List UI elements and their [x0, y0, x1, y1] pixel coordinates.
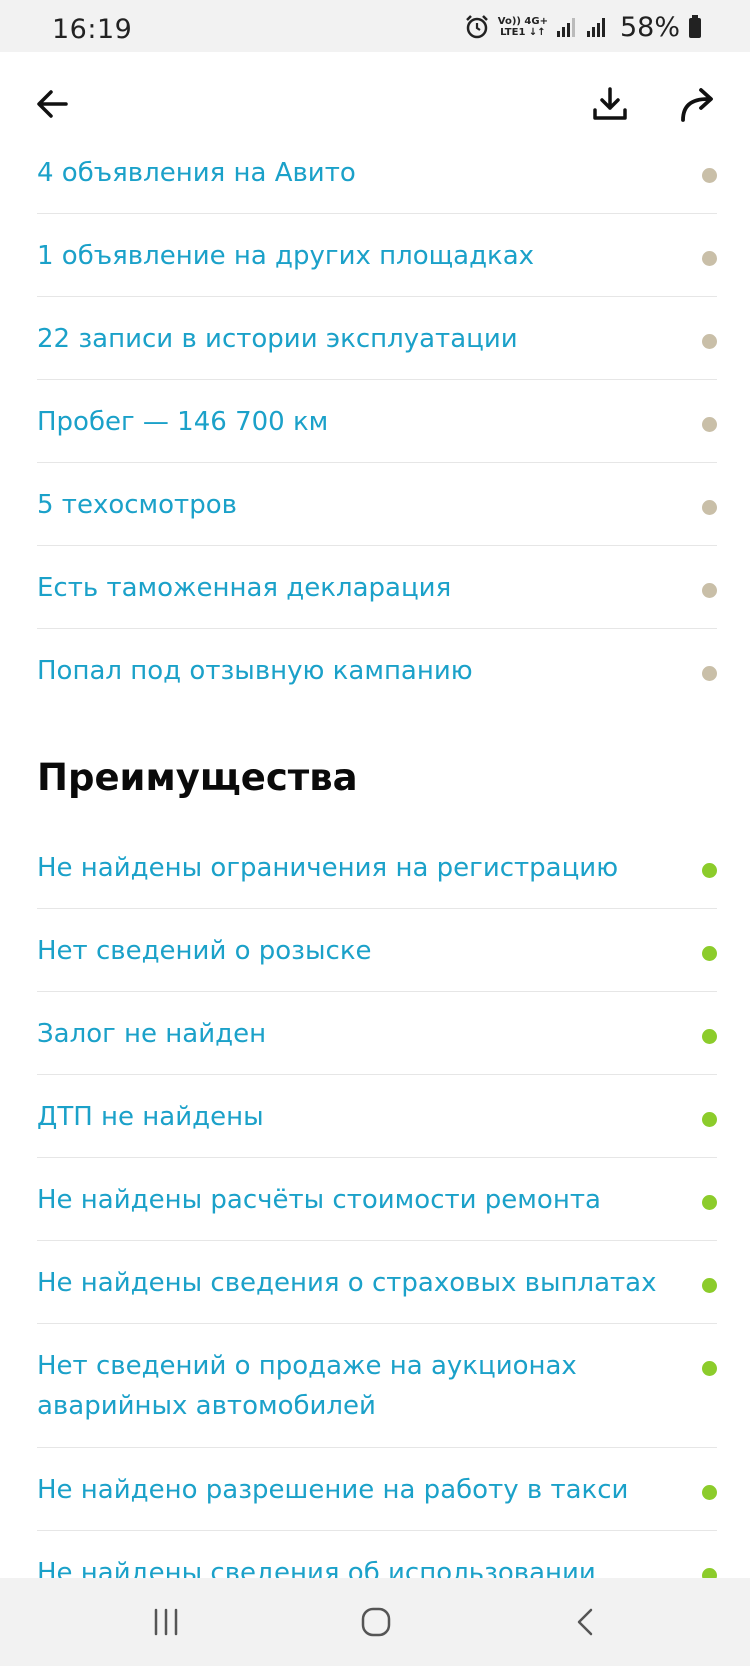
recent-apps-icon — [154, 1608, 178, 1636]
status-dot-neutral — [702, 334, 717, 349]
status-dot-good — [702, 946, 717, 961]
status-dot-good — [702, 863, 717, 878]
list-item-label: Не найдены сведения о страховых выплатах — [37, 1268, 657, 1298]
status-time: 16:19 — [52, 14, 133, 45]
advantages-list: Не найдены ограничения на регистрацию Не… — [37, 826, 717, 1614]
status-dot-neutral — [702, 251, 717, 266]
network-type: Vo)) 4G+ LTE1 ↓↑ — [498, 16, 548, 38]
signal-icon — [586, 18, 605, 37]
list-item[interactable]: ДТП не найдены — [37, 1075, 717, 1158]
list-item-label: 4 объявления на Авито — [37, 158, 356, 188]
list-item-label: 1 объявление на других площадках — [37, 241, 535, 271]
list-item[interactable]: 4 объявления на Авито — [37, 131, 717, 214]
network-type-top: Vo)) 4G+ — [497, 16, 548, 27]
download-button[interactable] — [580, 74, 640, 134]
list-item[interactable]: Не найдены сведения о страховых выплатах — [37, 1241, 717, 1324]
signal-icon — [556, 18, 575, 37]
recent-apps-button[interactable] — [136, 1592, 196, 1652]
status-dot-good — [702, 1485, 717, 1500]
download-icon — [593, 87, 627, 120]
status-dot-neutral — [702, 168, 717, 183]
list-item-label: 5 техосмотров — [37, 490, 237, 520]
back-button[interactable] — [22, 74, 82, 134]
list-item-label: Не найдены расчёты стоимости ремонта — [37, 1185, 601, 1215]
list-item-label: ДТП не найдены — [37, 1102, 264, 1132]
list-item[interactable]: Нет сведений о розыске — [37, 909, 717, 992]
list-item-label: Не найдены ограничения на регистрацию — [37, 853, 619, 883]
list-item-label: Есть таможенная декларация — [37, 573, 452, 603]
list-item-label: Нет сведений о продаже на аукционах авар… — [37, 1351, 577, 1421]
list-item-label: Попал под отзывную кампанию — [37, 656, 473, 686]
list-item-label: Пробег — 146 700 км — [37, 407, 329, 437]
network-type-bottom: LTE1 ↓↑ — [500, 27, 546, 38]
list-item[interactable]: Попал под отзывную кампанию — [37, 629, 717, 712]
list-item-label: Нет сведений о розыске — [37, 936, 372, 966]
list-item-label: 22 записи в истории эксплуатации — [37, 324, 518, 354]
arrow-left-icon — [37, 90, 68, 118]
list-item[interactable]: 5 техосмотров — [37, 463, 717, 546]
list-item-label: Не найдено разрешение на работу в такси — [37, 1475, 629, 1505]
list-item[interactable]: Не найдены расчёты стоимости ремонта — [37, 1158, 717, 1241]
info-list: 4 объявления на Авито 1 объявление на др… — [37, 131, 717, 712]
status-dot-neutral — [702, 500, 717, 515]
status-dot-neutral — [702, 666, 717, 681]
list-item[interactable]: Пробег — 146 700 км — [37, 380, 717, 463]
section-title: Преимущества — [37, 712, 717, 826]
battery-percent: 58% — [619, 11, 680, 43]
list-item[interactable]: 1 объявление на других площадках — [37, 214, 717, 297]
home-icon — [361, 1607, 391, 1637]
home-button[interactable] — [346, 1592, 406, 1652]
list-item-label: Залог не найден — [37, 1019, 267, 1049]
status-dot-good — [702, 1278, 717, 1293]
list-item[interactable]: 22 записи в истории эксплуатации — [37, 297, 717, 380]
status-dot-good — [702, 1112, 717, 1127]
list-item[interactable]: Есть таможенная декларация — [37, 546, 717, 629]
system-nav-bar — [0, 1578, 750, 1666]
status-dot-neutral — [702, 583, 717, 598]
section-title-text: Преимущества — [37, 756, 358, 799]
alarm-icon — [465, 15, 488, 39]
system-back-button[interactable] — [556, 1592, 616, 1652]
status-dot-good — [702, 1029, 717, 1044]
status-dot-good — [702, 1361, 717, 1376]
report-content: 4 объявления на Авито 1 объявление на др… — [37, 131, 717, 1614]
list-item[interactable]: Залог не найден — [37, 992, 717, 1075]
status-dot-good — [702, 1195, 717, 1210]
list-item[interactable]: Нет сведений о продаже на аукционах авар… — [37, 1324, 717, 1448]
battery-icon — [689, 15, 701, 38]
status-bar: 16:19 Vo)) 4G+ LTE1 ↓↑ 58% — [0, 0, 750, 52]
status-icons: Vo)) 4G+ LTE1 ↓↑ 58% — [464, 11, 702, 43]
share-button[interactable] — [668, 74, 728, 134]
chevron-left-icon — [577, 1608, 593, 1636]
share-icon — [681, 88, 713, 122]
list-item[interactable]: Не найдено разрешение на работу в такси — [37, 1448, 717, 1531]
list-item[interactable]: Не найдены ограничения на регистрацию — [37, 826, 717, 909]
status-dot-neutral — [702, 417, 717, 432]
